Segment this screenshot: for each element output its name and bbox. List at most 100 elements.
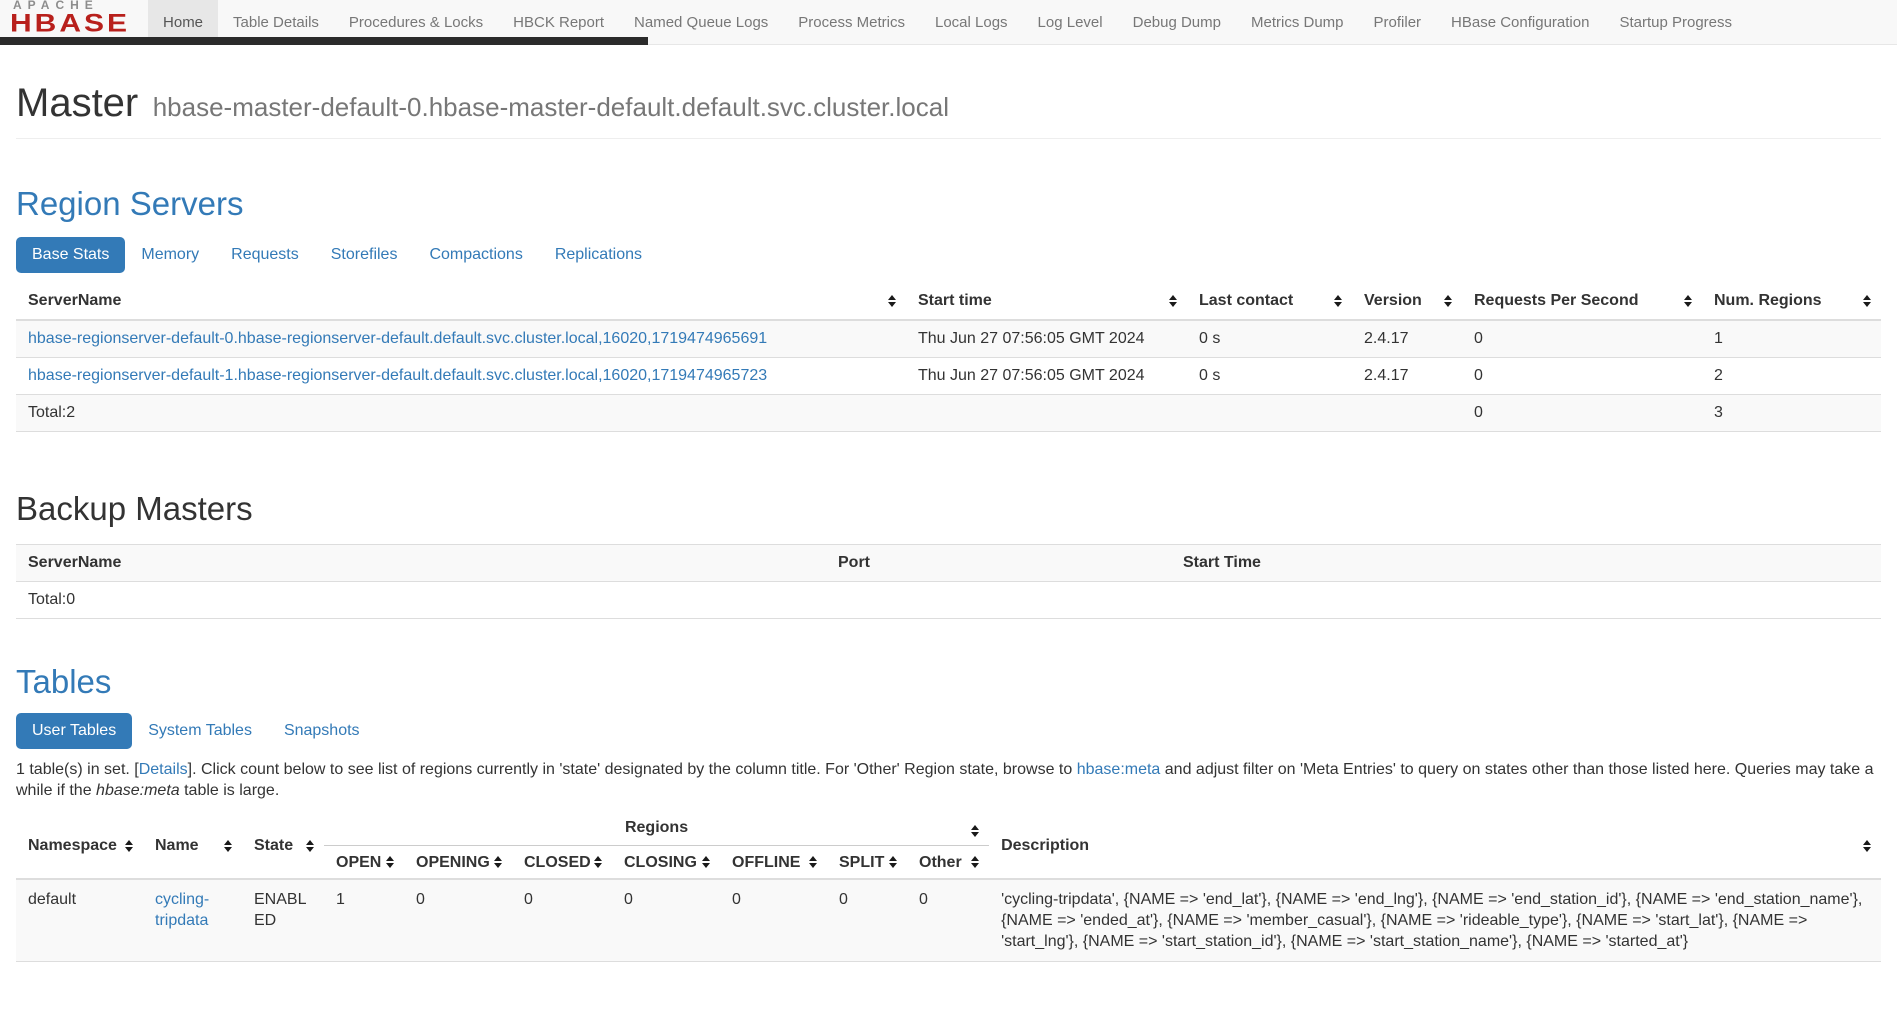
col-opening[interactable]: OPENING bbox=[404, 846, 512, 880]
cell-total-label: Total:2 bbox=[16, 395, 906, 432]
details-link[interactable]: Details bbox=[139, 761, 188, 778]
table-name-link[interactable]: cycling-tripdata bbox=[155, 891, 209, 929]
sort-icon[interactable] bbox=[702, 856, 710, 868]
cell-split: 0 bbox=[827, 879, 907, 962]
table-header-row: ServerName Start time Last contact Versi… bbox=[16, 283, 1881, 320]
col-split[interactable]: SPLIT bbox=[827, 846, 907, 880]
hbase-meta-link[interactable]: hbase:meta bbox=[1077, 761, 1161, 778]
tab-system-tables[interactable]: System Tables bbox=[132, 713, 268, 749]
sort-icon[interactable] bbox=[1684, 295, 1692, 307]
sort-icon[interactable] bbox=[1863, 840, 1871, 852]
cell-servername: hbase-regionserver-default-0.hbase-regio… bbox=[16, 320, 906, 358]
region-servers-heading: Region Servers bbox=[16, 185, 1881, 223]
sort-icon[interactable] bbox=[594, 856, 602, 868]
col-regions-group[interactable]: Regions bbox=[324, 813, 989, 846]
tab-replications[interactable]: Replications bbox=[539, 237, 658, 273]
col-open[interactable]: OPEN bbox=[324, 846, 404, 880]
col-namespace[interactable]: Namespace bbox=[16, 813, 143, 879]
regionserver-link[interactable]: hbase-regionserver-default-0.hbase-regio… bbox=[28, 330, 767, 347]
tab-storefiles[interactable]: Storefiles bbox=[315, 237, 414, 273]
region-count-link[interactable]: 1 bbox=[336, 891, 345, 908]
cell-other: 0 bbox=[907, 879, 989, 962]
table-row: default cycling-tripdata ENABLED 1 0 0 0… bbox=[16, 879, 1881, 962]
table-total-row: Total:2 0 3 bbox=[16, 395, 1881, 432]
sort-icon[interactable] bbox=[125, 840, 133, 852]
col-requests-per-second[interactable]: Requests Per Second bbox=[1462, 283, 1702, 320]
col-description[interactable]: Description bbox=[989, 813, 1881, 879]
sort-icon[interactable] bbox=[386, 856, 394, 868]
hbase-logo-text: HBASE bbox=[10, 12, 130, 37]
cell-open: 1 bbox=[324, 879, 404, 962]
sort-icon[interactable] bbox=[889, 856, 897, 868]
sort-icon[interactable] bbox=[494, 856, 502, 868]
col-name[interactable]: Name bbox=[143, 813, 242, 879]
sort-icon[interactable] bbox=[1169, 295, 1177, 307]
cell-requests-per-second: 0 bbox=[1462, 320, 1702, 358]
nav-item-debug-dump[interactable]: Debug Dump bbox=[1118, 0, 1236, 44]
page-title: Master bbox=[16, 81, 138, 125]
cell-requests-per-second: 0 bbox=[1462, 358, 1702, 395]
col-other[interactable]: Other bbox=[907, 846, 989, 880]
tables-note: 1 table(s) in set. [Details]. Click coun… bbox=[16, 759, 1876, 801]
sort-icon[interactable] bbox=[971, 856, 979, 868]
cell-total-label: Total:0 bbox=[16, 582, 1881, 619]
tab-requests[interactable]: Requests bbox=[215, 237, 315, 273]
table-row: hbase-regionserver-default-0.hbase-regio… bbox=[16, 320, 1881, 358]
nav-item-process-metrics[interactable]: Process Metrics bbox=[783, 0, 920, 44]
apache-logo-text: APACHE bbox=[13, 0, 130, 11]
cell-description: 'cycling-tripdata', {NAME => 'end_lat'},… bbox=[989, 879, 1881, 962]
tab-compactions[interactable]: Compactions bbox=[413, 237, 538, 273]
sort-icon[interactable] bbox=[1334, 295, 1342, 307]
nav-item-startup-progress[interactable]: Startup Progress bbox=[1604, 0, 1747, 44]
col-closing[interactable]: CLOSING bbox=[612, 846, 720, 880]
tab-user-tables[interactable]: User Tables bbox=[16, 713, 132, 749]
sort-icon[interactable] bbox=[1444, 295, 1452, 307]
nav-item-hbase-configuration[interactable]: HBase Configuration bbox=[1436, 0, 1604, 44]
col-servername[interactable]: ServerName bbox=[16, 283, 906, 320]
tab-snapshots[interactable]: Snapshots bbox=[268, 713, 376, 749]
tab-base-stats[interactable]: Base Stats bbox=[16, 237, 125, 273]
navbar-dark-strip bbox=[0, 37, 648, 45]
region-servers-table: ServerName Start time Last contact Versi… bbox=[16, 283, 1881, 432]
page-content: Master hbase-master-default-0.hbase-mast… bbox=[0, 81, 1897, 962]
sort-icon[interactable] bbox=[1863, 295, 1871, 307]
note-text: ]. Click count below to see list of regi… bbox=[188, 761, 1077, 778]
col-port[interactable]: Port bbox=[826, 545, 1171, 582]
col-servername[interactable]: ServerName bbox=[16, 545, 826, 582]
top-navbar: APACHE HBASE Home Table Details Procedur… bbox=[0, 0, 1897, 45]
sort-icon[interactable] bbox=[306, 840, 314, 852]
region-servers-tabs: Base Stats Memory Requests Storefiles Co… bbox=[16, 237, 1881, 273]
nav-item-metrics-dump[interactable]: Metrics Dump bbox=[1236, 0, 1359, 44]
col-start-time[interactable]: Start Time bbox=[1171, 545, 1881, 582]
col-closed[interactable]: CLOSED bbox=[512, 846, 612, 880]
cell-num-regions: 2 bbox=[1702, 358, 1881, 395]
sort-icon[interactable] bbox=[971, 825, 979, 837]
col-state[interactable]: State bbox=[242, 813, 324, 879]
cell-last-contact: 0 s bbox=[1187, 320, 1352, 358]
col-start-time[interactable]: Start time bbox=[906, 283, 1187, 320]
nav-item-local-logs[interactable]: Local Logs bbox=[920, 0, 1023, 44]
cell-opening: 0 bbox=[404, 879, 512, 962]
sort-icon[interactable] bbox=[224, 840, 232, 852]
cell-total-num-regions: 3 bbox=[1702, 395, 1881, 432]
nav-item-profiler[interactable]: Profiler bbox=[1359, 0, 1437, 44]
sort-icon[interactable] bbox=[809, 856, 817, 868]
sort-icon[interactable] bbox=[888, 295, 896, 307]
backup-masters-table: ServerName Port Start Time Total:0 bbox=[16, 544, 1881, 619]
backup-masters-heading: Backup Masters bbox=[16, 490, 1881, 528]
user-tables-table: Namespace Name State Regions Description… bbox=[16, 813, 1881, 962]
note-text: table is large. bbox=[180, 782, 280, 799]
cell-namespace: default bbox=[16, 879, 143, 962]
cell-state: ENABLED bbox=[242, 879, 324, 962]
col-offline[interactable]: OFFLINE bbox=[720, 846, 827, 880]
tab-memory[interactable]: Memory bbox=[125, 237, 215, 273]
nav-item-log-level[interactable]: Log Level bbox=[1023, 0, 1118, 44]
regionserver-link[interactable]: hbase-regionserver-default-1.hbase-regio… bbox=[28, 367, 767, 384]
cell-name: cycling-tripdata bbox=[143, 879, 242, 962]
cell-servername: hbase-regionserver-default-1.hbase-regio… bbox=[16, 358, 906, 395]
col-num-regions[interactable]: Num. Regions bbox=[1702, 283, 1881, 320]
col-version[interactable]: Version bbox=[1352, 283, 1462, 320]
cell-total-requests-per-second: 0 bbox=[1462, 395, 1702, 432]
col-last-contact[interactable]: Last contact bbox=[1187, 283, 1352, 320]
master-hostname: hbase-master-default-0.hbase-master-defa… bbox=[153, 92, 949, 122]
